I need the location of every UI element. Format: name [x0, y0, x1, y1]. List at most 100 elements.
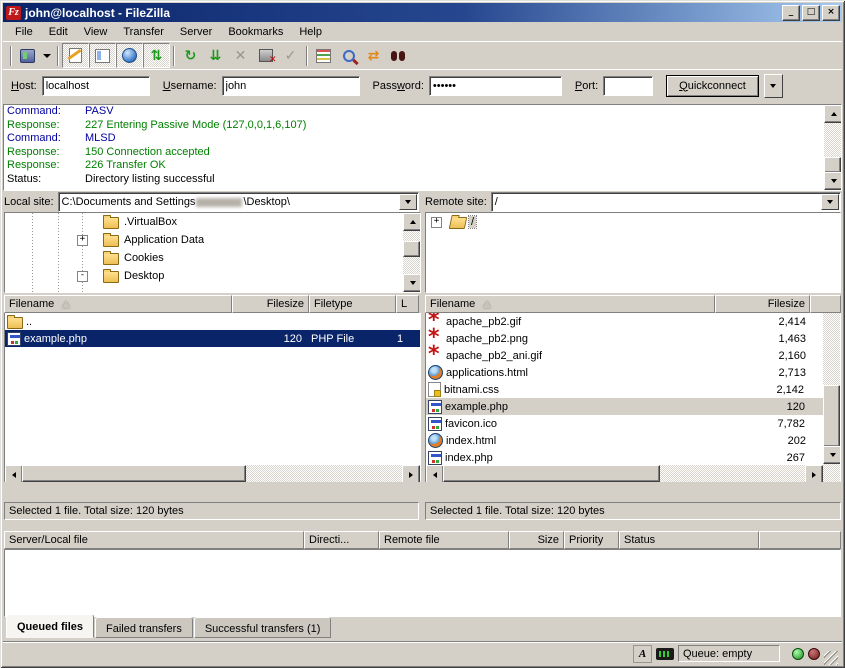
- site-manager-dropdown-icon[interactable]: [43, 54, 51, 62]
- synchronized-browsing-button[interactable]: ⇄: [361, 44, 386, 67]
- toggle-local-tree-button[interactable]: [89, 43, 116, 68]
- tree-item-root[interactable]: + /: [426, 213, 840, 231]
- tab-failed-transfers[interactable]: Failed transfers: [95, 617, 193, 638]
- left-arrow-icon: [9, 472, 16, 478]
- column-header-priority[interactable]: Priority: [564, 531, 619, 549]
- remote-directory-tree[interactable]: + /: [425, 212, 841, 293]
- host-input[interactable]: [42, 76, 150, 96]
- tab-successful-transfers[interactable]: Successful transfers (1): [194, 617, 332, 638]
- scroll-right-button[interactable]: [805, 465, 823, 482]
- file-row-bitnami-css[interactable]: bitnami.css 2,142: [426, 381, 840, 398]
- local-site-dropdown-button[interactable]: [399, 194, 417, 210]
- username-input[interactable]: [222, 76, 360, 96]
- scroll-right-button[interactable]: [402, 465, 420, 482]
- tree-item-application-data[interactable]: + Application Data: [5, 231, 420, 249]
- menu-file[interactable]: File: [7, 24, 41, 40]
- menu-transfer[interactable]: Transfer: [115, 24, 172, 40]
- scrollbar-thumb[interactable]: [824, 157, 841, 173]
- minimize-button[interactable]: _: [782, 5, 800, 21]
- scroll-down-button[interactable]: [403, 274, 421, 292]
- tab-queued-files[interactable]: Queued files: [6, 614, 94, 638]
- speed-limits-icon[interactable]: [656, 648, 674, 660]
- remote-site-dropdown-button[interactable]: [821, 194, 839, 210]
- resize-grip[interactable]: [824, 651, 838, 665]
- column-header-status[interactable]: Status: [619, 531, 759, 549]
- column-header-filesize[interactable]: Filesize: [715, 295, 810, 313]
- down-arrow-icon: [410, 281, 416, 288]
- local-tree-vertical-scrollbar[interactable]: [403, 213, 420, 292]
- file-row-apache-pb2-gif[interactable]: apache_pb2.gif 2,414: [426, 313, 840, 330]
- port-input[interactable]: [603, 76, 653, 96]
- collapse-icon[interactable]: -: [77, 271, 88, 282]
- data-type-indicator-icon[interactable]: A: [633, 645, 652, 663]
- column-header-filetype[interactable]: Filetype: [309, 295, 396, 313]
- remote-vertical-scrollbar[interactable]: [823, 313, 840, 482]
- scroll-up-button[interactable]: [403, 213, 421, 231]
- file-row-apache-pb2-ani-gif[interactable]: apache_pb2_ani.gif 2,160: [426, 347, 840, 364]
- file-row-parent-dir[interactable]: ..: [5, 313, 420, 330]
- scroll-left-button[interactable]: [426, 465, 444, 482]
- tree-item-desktop[interactable]: - Desktop: [5, 267, 420, 285]
- column-header-last-modified[interactable]: L: [396, 295, 419, 313]
- scrollbar-thumb[interactable]: [443, 465, 660, 482]
- toggle-message-log-button[interactable]: [62, 43, 89, 68]
- toggle-queue-button[interactable]: ⇅: [143, 43, 170, 68]
- column-header-size[interactable]: Size: [509, 531, 564, 549]
- scrollbar-thumb[interactable]: [403, 241, 420, 257]
- site-manager-button[interactable]: [15, 44, 40, 67]
- file-row-index-php[interactable]: index.php 267: [426, 449, 840, 466]
- local-directory-tree[interactable]: .VirtualBox + Application Data Cookies -…: [4, 212, 421, 293]
- find-files-button[interactable]: [386, 44, 411, 67]
- column-header-server-local-file[interactable]: Server/Local file: [4, 531, 304, 549]
- cancel-operation-button[interactable]: ✕: [228, 44, 253, 67]
- file-row-favicon-ico[interactable]: favicon.ico 7,782: [426, 415, 840, 432]
- tree-item-cookies[interactable]: Cookies: [5, 249, 420, 267]
- close-button[interactable]: ×: [822, 5, 840, 21]
- file-row-applications-html[interactable]: applications.html 2,713: [426, 364, 840, 381]
- menu-bookmarks[interactable]: Bookmarks: [220, 24, 291, 40]
- directory-listing-filters-button[interactable]: [311, 44, 336, 67]
- process-queue-button[interactable]: ⇊: [203, 44, 228, 67]
- queue-list[interactable]: [4, 549, 841, 617]
- reconnect-button[interactable]: ✓: [278, 44, 303, 67]
- title-bar[interactable]: Fz john@localhost - FileZilla _ □ ×: [3, 3, 842, 22]
- refresh-button[interactable]: ↻: [178, 44, 203, 67]
- disconnect-button[interactable]: [253, 44, 278, 67]
- log-vertical-scrollbar[interactable]: [824, 105, 841, 190]
- column-header-filesize[interactable]: Filesize: [232, 295, 309, 313]
- file-row-apache-pb2-png[interactable]: apache_pb2.png 1,463: [426, 330, 840, 347]
- password-input[interactable]: [429, 76, 562, 96]
- scrollbar-thumb[interactable]: [823, 385, 840, 447]
- scrollbar-thumb[interactable]: [22, 465, 246, 482]
- directory-comparison-button[interactable]: [336, 44, 361, 67]
- remote-file-list[interactable]: apache_pb2.gif 2,414 apache_pb2.png 1,46…: [425, 313, 841, 482]
- menu-server[interactable]: Server: [172, 24, 220, 40]
- scroll-down-button[interactable]: [824, 172, 842, 190]
- maximize-button[interactable]: □: [802, 5, 820, 21]
- menu-help[interactable]: Help: [291, 24, 330, 40]
- quickconnect-dropdown-button[interactable]: [764, 74, 783, 98]
- file-row-example-php[interactable]: example.php 120: [426, 398, 840, 415]
- remote-horizontal-scrollbar[interactable]: [426, 465, 823, 482]
- local-horizontal-scrollbar[interactable]: [5, 465, 420, 482]
- scroll-down-button[interactable]: [823, 446, 841, 464]
- tree-item-virtualbox[interactable]: .VirtualBox: [5, 213, 420, 231]
- expand-icon[interactable]: +: [77, 235, 88, 246]
- file-row-example-php[interactable]: example.php 120 PHP File 1: [5, 330, 420, 347]
- local-site-combobox[interactable]: C:\Documents and Settings\Desktop\: [58, 192, 419, 212]
- file-row-index-html[interactable]: index.html 202: [426, 432, 840, 449]
- toggle-remote-tree-button[interactable]: [116, 43, 143, 68]
- scroll-left-button[interactable]: [5, 465, 23, 482]
- menu-edit[interactable]: Edit: [41, 24, 76, 40]
- column-header-filename[interactable]: Filename: [4, 295, 232, 313]
- menu-view[interactable]: View: [76, 24, 116, 40]
- expand-icon[interactable]: +: [431, 217, 442, 228]
- local-file-list[interactable]: .. example.php 120 PHP File 1: [4, 313, 421, 482]
- quickconnect-button[interactable]: Quickconnect: [666, 75, 759, 97]
- message-log[interactable]: Command:PASV Response:227 Entering Passi…: [3, 104, 842, 191]
- remote-site-combobox[interactable]: /: [491, 192, 841, 212]
- column-header-filename[interactable]: Filename: [425, 295, 715, 313]
- column-header-remote-file[interactable]: Remote file: [379, 531, 509, 549]
- scroll-up-button[interactable]: [824, 105, 842, 123]
- column-header-direction[interactable]: Directi...: [304, 531, 379, 549]
